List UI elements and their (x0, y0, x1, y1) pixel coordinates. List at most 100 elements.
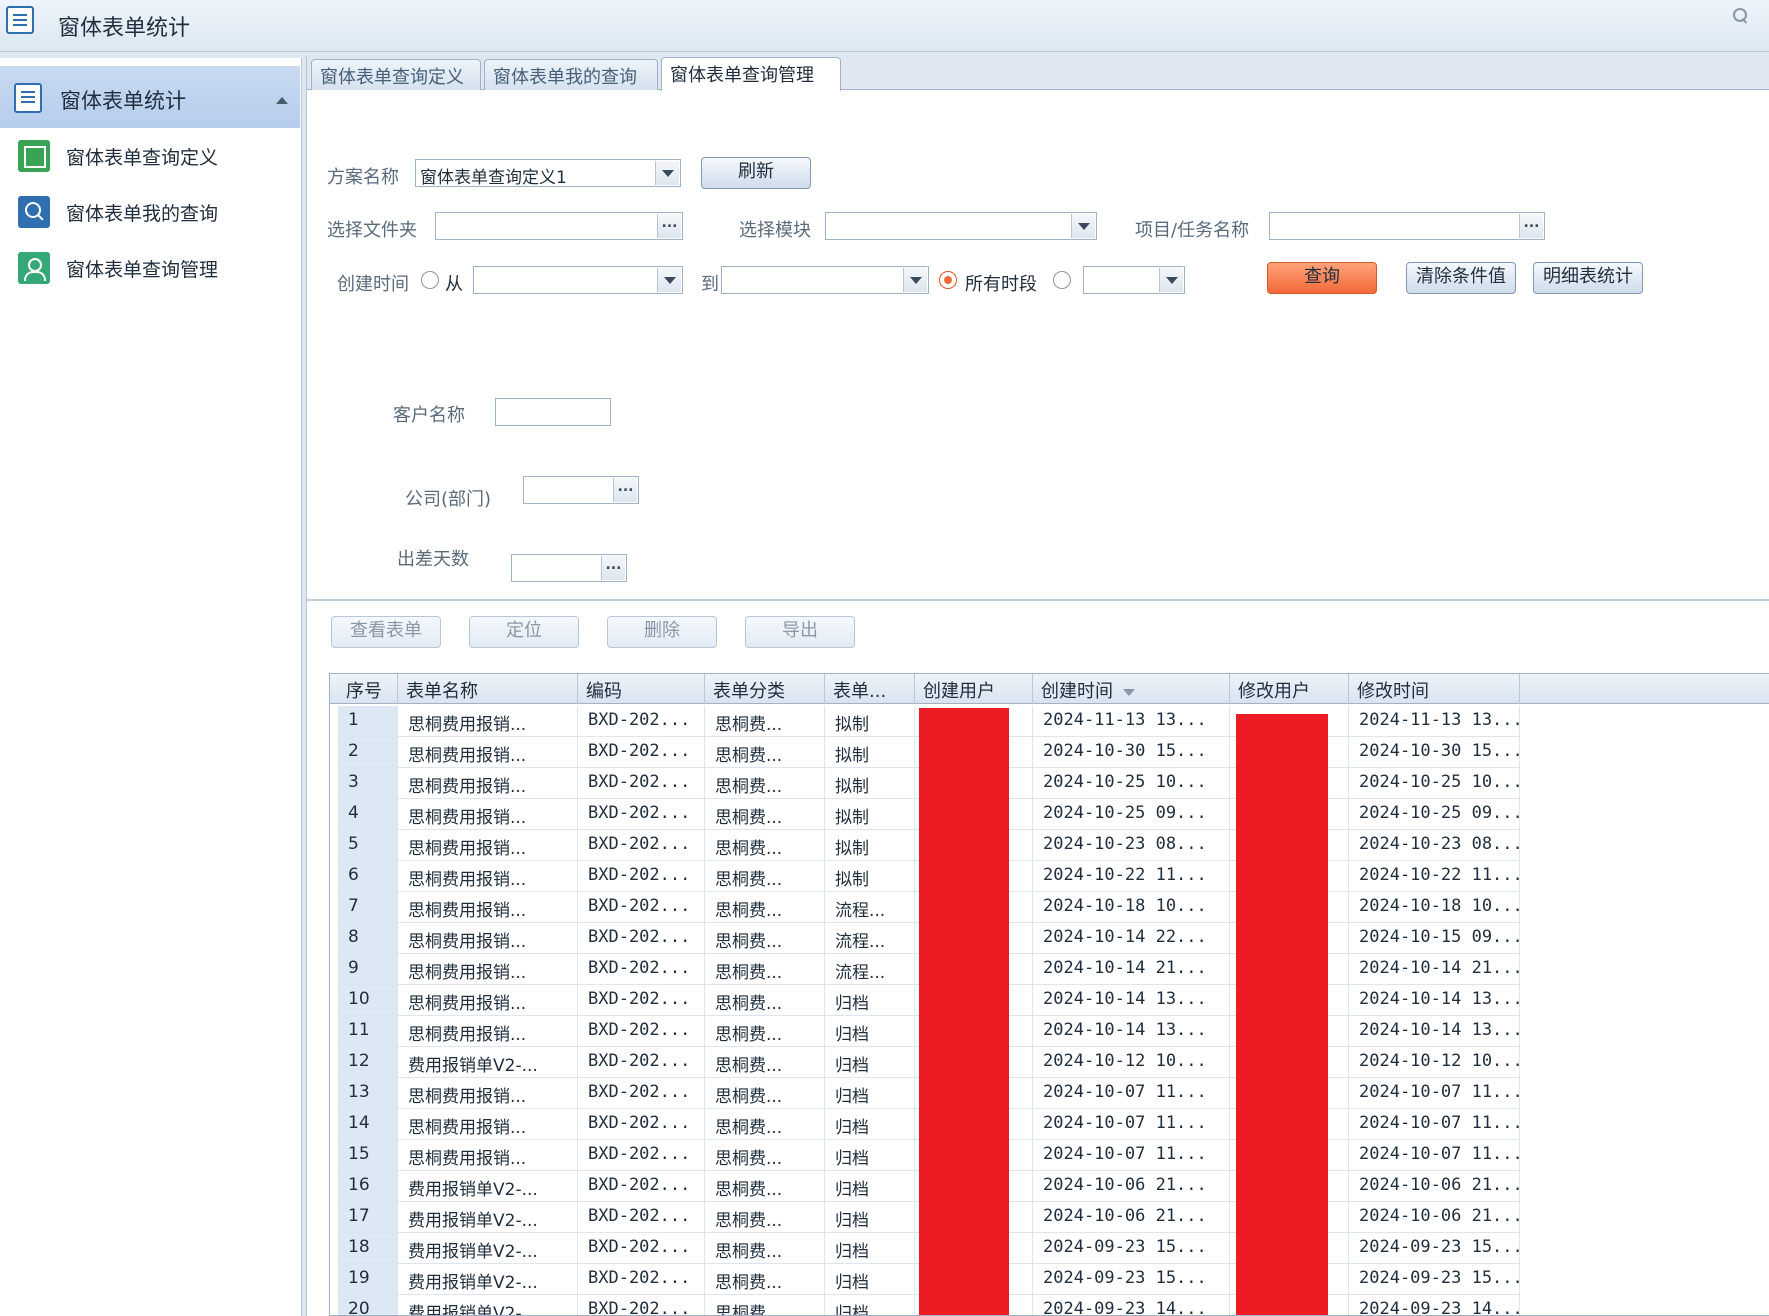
table-cell: 10 (338, 985, 398, 1016)
table-cell: 思桐费... (705, 1078, 825, 1109)
table-cell: BXD-202... (578, 1171, 705, 1202)
chevron-down-icon[interactable] (657, 268, 681, 292)
created-from-radio[interactable] (421, 271, 439, 289)
locate-button[interactable]: 定位 (469, 616, 579, 648)
folder-input[interactable]: ... (435, 212, 683, 240)
table-cell: BXD-202... (578, 985, 705, 1016)
chevron-down-icon[interactable] (1071, 214, 1095, 238)
all-periods-label: 所有时段 (965, 274, 1037, 295)
table-row[interactable]: 2 思桐费用报销... BXD-202... 思桐费... 拟制 2024-10-30 1… (330, 737, 1769, 768)
column-header[interactable]: 创建时间 (1033, 674, 1230, 704)
tab-query-definition[interactable]: 窗体表单查询定义 (311, 59, 481, 90)
ellipsis-button[interactable]: ... (601, 556, 625, 580)
sidebar-item-query-definition[interactable]: 窗体表单查询定义 (0, 130, 300, 182)
table-row[interactable]: 11 思桐费用报销... BXD-202... 思桐费... 归档 2024-10-14 … (330, 1016, 1769, 1047)
table-row[interactable]: 18 费用报销单V2-... BXD-202... 思桐费... 归档 2024-09-2… (330, 1233, 1769, 1264)
delete-button[interactable]: 删除 (607, 616, 717, 648)
table-row[interactable]: 5 思桐费用报销... BXD-202... 思桐费... 拟制 2024-10-23 0… (330, 830, 1769, 861)
table-cell: 思桐费用报销... (398, 1109, 578, 1140)
sidebar-item-label: 窗体表单查询管理 (66, 259, 219, 281)
tab-my-query[interactable]: 窗体表单我的查询 (484, 59, 658, 90)
table-cell: 费用报销单V2-... (398, 1047, 578, 1078)
column-header[interactable]: 修改用户 (1230, 674, 1349, 704)
table-cell: 思桐费... (705, 1171, 825, 1202)
ellipsis-button[interactable]: ... (613, 478, 637, 502)
period-select[interactable] (1083, 266, 1185, 294)
clear-conditions-button[interactable]: 清除条件值 (1406, 262, 1516, 294)
view-form-button[interactable]: 查看表单 (331, 616, 441, 648)
table-cell: 归档 (825, 1171, 915, 1202)
company-department-input[interactable]: ... (523, 476, 639, 504)
table-row[interactable]: 7 思桐费用报销... BXD-202... 思桐费... 流程... 2024-10-1… (330, 892, 1769, 923)
table-cell: 2024-11-13 13... (1349, 706, 1520, 737)
column-header-label: 修改时间 (1357, 681, 1429, 702)
table-row[interactable]: 10 思桐费用报销... BXD-202... 思桐费... 归档 2024-10-14 … (330, 985, 1769, 1016)
collapse-up-icon[interactable] (276, 97, 288, 104)
table-cell: 思桐费... (705, 1109, 825, 1140)
chevron-down-icon[interactable] (1159, 268, 1183, 292)
table-cell: 思桐费... (705, 861, 825, 892)
table-row[interactable]: 3 思桐费用报销... BXD-202... 思桐费... 拟制 2024-10-25 1… (330, 768, 1769, 799)
period-radio[interactable] (1053, 271, 1071, 289)
sidebar-header[interactable]: 窗体表单统计 (0, 66, 300, 128)
from-date-select[interactable] (473, 266, 683, 294)
table-row[interactable]: 14 思桐费用报销... BXD-202... 思桐费... 归档 2024-10-07 … (330, 1109, 1769, 1140)
table-row[interactable]: 13 思桐费用报销... BXD-202... 思桐费... 归档 2024-10-07 … (330, 1078, 1769, 1109)
table-cell: 2024-10-14 13... (1349, 1016, 1520, 1047)
table-row[interactable]: 12 费用报销单V2-... BXD-202... 思桐费... 归档 2024-10-1… (330, 1047, 1769, 1078)
table-cell: 2024-10-14 21... (1033, 954, 1230, 985)
detail-statistics-button[interactable]: 明细表统计 (1533, 262, 1643, 294)
table-row[interactable]: 16 费用报销单V2-... BXD-202... 思桐费... 归档 2024-10-0… (330, 1171, 1769, 1202)
ellipsis-button[interactable]: ... (657, 214, 681, 238)
query-button[interactable]: 查询 (1267, 262, 1377, 294)
to-date-select[interactable] (721, 266, 929, 294)
chevron-down-icon[interactable] (903, 268, 927, 292)
table-row[interactable]: 9 思桐费用报销... BXD-202... 思桐费... 流程... 2024-10-1… (330, 954, 1769, 985)
scheme-name-value: 窗体表单查询定义1 (420, 168, 567, 187)
customer-name-input[interactable] (495, 398, 611, 426)
project-task-input[interactable]: ... (1269, 212, 1545, 240)
form-document-icon (6, 6, 34, 34)
column-header[interactable]: 序号 (338, 674, 398, 704)
sort-descending-icon[interactable] (1123, 688, 1135, 696)
table-row[interactable]: 17 费用报销单V2-... BXD-202... 思桐费... 归档 2024-10-0… (330, 1202, 1769, 1233)
column-header[interactable]: 表单... (825, 674, 915, 704)
table-cell: 1 (338, 706, 398, 737)
table-cell: 思桐费... (705, 923, 825, 954)
table-cell: BXD-202... (578, 768, 705, 799)
table-cell: 2024-10-07 11... (1033, 1109, 1230, 1140)
column-header[interactable]: 创建用户 (915, 674, 1033, 704)
table-cell: BXD-202... (578, 1109, 705, 1140)
column-header[interactable]: 表单分类 (705, 674, 825, 704)
table-row[interactable]: 4 思桐费用报销... BXD-202... 思桐费... 拟制 2024-10-25 0… (330, 799, 1769, 830)
export-button[interactable]: 导出 (745, 616, 855, 648)
table-cell: 思桐费用报销... (398, 1078, 578, 1109)
table-cell: 思桐费... (705, 1233, 825, 1264)
table-cell: 归档 (825, 985, 915, 1016)
column-header[interactable]: 修改时间 (1349, 674, 1520, 704)
ellipsis-button[interactable]: ... (1519, 214, 1543, 238)
search-icon[interactable] (1733, 8, 1749, 24)
table-cell: 归档 (825, 1078, 915, 1109)
trip-days-input[interactable]: ... (511, 554, 627, 582)
table-row[interactable]: 20 费用报销单V2-... BXD-202... 思桐费... 归档 2024-09-2… (330, 1295, 1769, 1315)
column-header[interactable]: 表单名称 (398, 674, 578, 704)
table-row[interactable]: 1 思桐费用报销... BXD-202... 思桐费... 拟制 2024-11-13 1… (330, 706, 1769, 737)
table-row[interactable]: 8 思桐费用报销... BXD-202... 思桐费... 流程... 2024-10-1… (330, 923, 1769, 954)
table-row[interactable]: 15 思桐费用报销... BXD-202... 思桐费... 归档 2024-10-07 … (330, 1140, 1769, 1171)
tab-query-management[interactable]: 窗体表单查询管理 (661, 57, 841, 91)
table-cell: 流程... (825, 892, 915, 923)
refresh-button[interactable]: 刷新 (701, 157, 811, 189)
table-row[interactable]: 19 费用报销单V2-... BXD-202... 思桐费... 归档 2024-09-2… (330, 1264, 1769, 1295)
module-select[interactable] (825, 212, 1097, 240)
sidebar-item-query-management[interactable]: 窗体表单查询管理 (0, 242, 300, 294)
chevron-down-icon[interactable] (655, 161, 679, 185)
sidebar-item-my-query[interactable]: 窗体表单我的查询 (0, 186, 300, 238)
table-cell: 8 (338, 923, 398, 954)
table-cell: 2024-10-30 15... (1349, 737, 1520, 768)
scheme-name-select[interactable]: 窗体表单查询定义1 (415, 159, 681, 187)
table-row[interactable]: 6 思桐费用报销... BXD-202... 思桐费... 拟制 2024-10-22 1… (330, 861, 1769, 892)
all-periods-radio[interactable] (939, 271, 957, 289)
column-header[interactable]: 编码 (578, 674, 705, 704)
table-cell: BXD-202... (578, 892, 705, 923)
